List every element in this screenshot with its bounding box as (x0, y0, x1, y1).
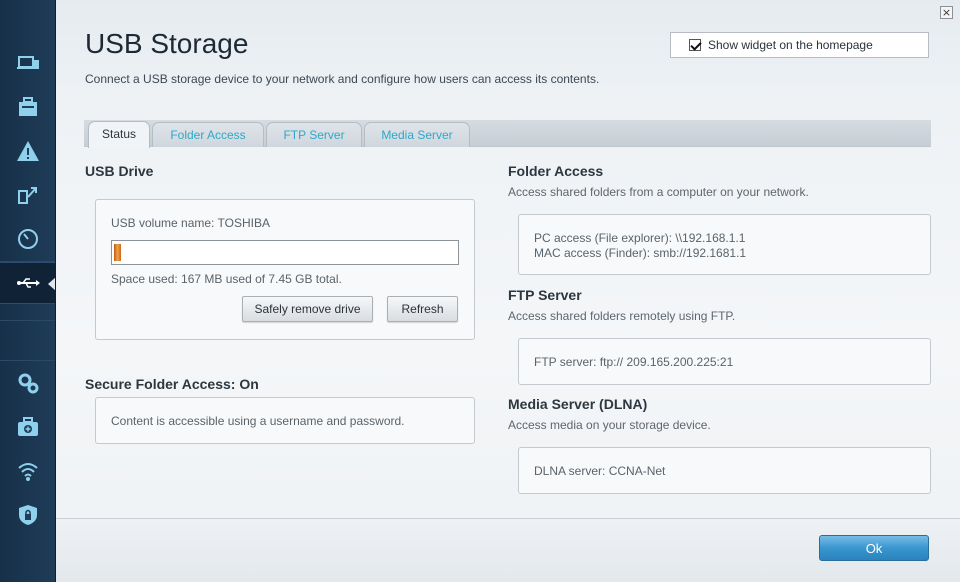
secure-folder-box: Content is accessible using a username a… (95, 397, 475, 444)
ftp-server-title: FTP Server (508, 287, 582, 303)
usb-drive-title: USB Drive (85, 163, 154, 179)
space-used-text: Space used: 167 MB used of 7.45 GB total… (111, 272, 342, 286)
wifi-icon[interactable] (0, 450, 55, 492)
usb-drive-box: USB volume name: TOSHIBA Space used: 167… (95, 199, 475, 340)
media-server-box: DLNA server: CCNA-Net (518, 447, 931, 494)
tab-folder-access[interactable]: Folder Access (152, 122, 264, 147)
widget-checkbox[interactable] (689, 39, 701, 51)
page-description: Connect a USB storage device to your net… (85, 72, 600, 86)
secure-folder-text: Content is accessible using a username a… (111, 414, 405, 428)
ftp-server-subtitle: Access shared folders remotely using FTP… (508, 309, 736, 323)
close-icon[interactable]: × (940, 6, 953, 19)
ftp-server-box: FTP server: ftp:// 209.165.200.225:21 (518, 338, 931, 385)
tab-status[interactable]: Status (88, 121, 150, 148)
tab-bar: Status Folder Access FTP Server Media Se… (84, 120, 931, 148)
safely-remove-drive-button[interactable]: Safely remove drive (242, 296, 373, 322)
secure-folder-title: Secure Folder Access: On (85, 376, 259, 392)
media-server-title: Media Server (DLNA) (508, 396, 648, 412)
usage-progress-fill (114, 244, 121, 261)
usb-icon[interactable] (0, 262, 56, 304)
folder-access-subtitle: Access shared folders from a computer on… (508, 185, 809, 199)
ftp-server-value: FTP server: ftp:// 209.165.200.225:21 (534, 355, 734, 369)
tab-media-server[interactable]: Media Server (364, 122, 470, 147)
widget-checkbox-label: Show widget on the homepage (708, 38, 873, 52)
alert-icon[interactable] (0, 130, 55, 172)
dlna-server-value: DLNA server: CCNA-Net (534, 464, 666, 478)
mac-access-text: MAC access (Finder): smb://192.1681.1 (534, 246, 747, 260)
media-server-subtitle: Access media on your storage device. (508, 418, 711, 432)
ok-button[interactable]: Ok (819, 535, 929, 561)
usage-progress-bar (111, 240, 459, 265)
speedometer-icon[interactable] (0, 218, 55, 260)
toolbox-icon[interactable] (0, 86, 55, 128)
gears-icon[interactable] (0, 362, 55, 404)
folder-access-box: PC access (File explorer): \\192.168.1.1… (518, 214, 931, 275)
devices-icon[interactable] (0, 42, 55, 84)
troubleshoot-icon[interactable] (0, 406, 55, 448)
show-widget-toggle[interactable]: Show widget on the homepage (670, 32, 929, 58)
folder-access-title: Folder Access (508, 163, 604, 179)
usb-volume-name: USB volume name: TOSHIBA (111, 216, 270, 230)
refresh-button[interactable]: Refresh (387, 296, 458, 322)
usb-storage-panel: × USB Storage Connect a USB storage devi… (55, 0, 960, 582)
security-icon[interactable] (0, 494, 55, 536)
pc-access-text: PC access (File explorer): \\192.168.1.1 (534, 231, 746, 245)
priority-icon[interactable] (0, 174, 55, 216)
page-title: USB Storage (85, 28, 249, 59)
sidebar (0, 0, 56, 582)
tab-ftp-server[interactable]: FTP Server (266, 122, 362, 147)
